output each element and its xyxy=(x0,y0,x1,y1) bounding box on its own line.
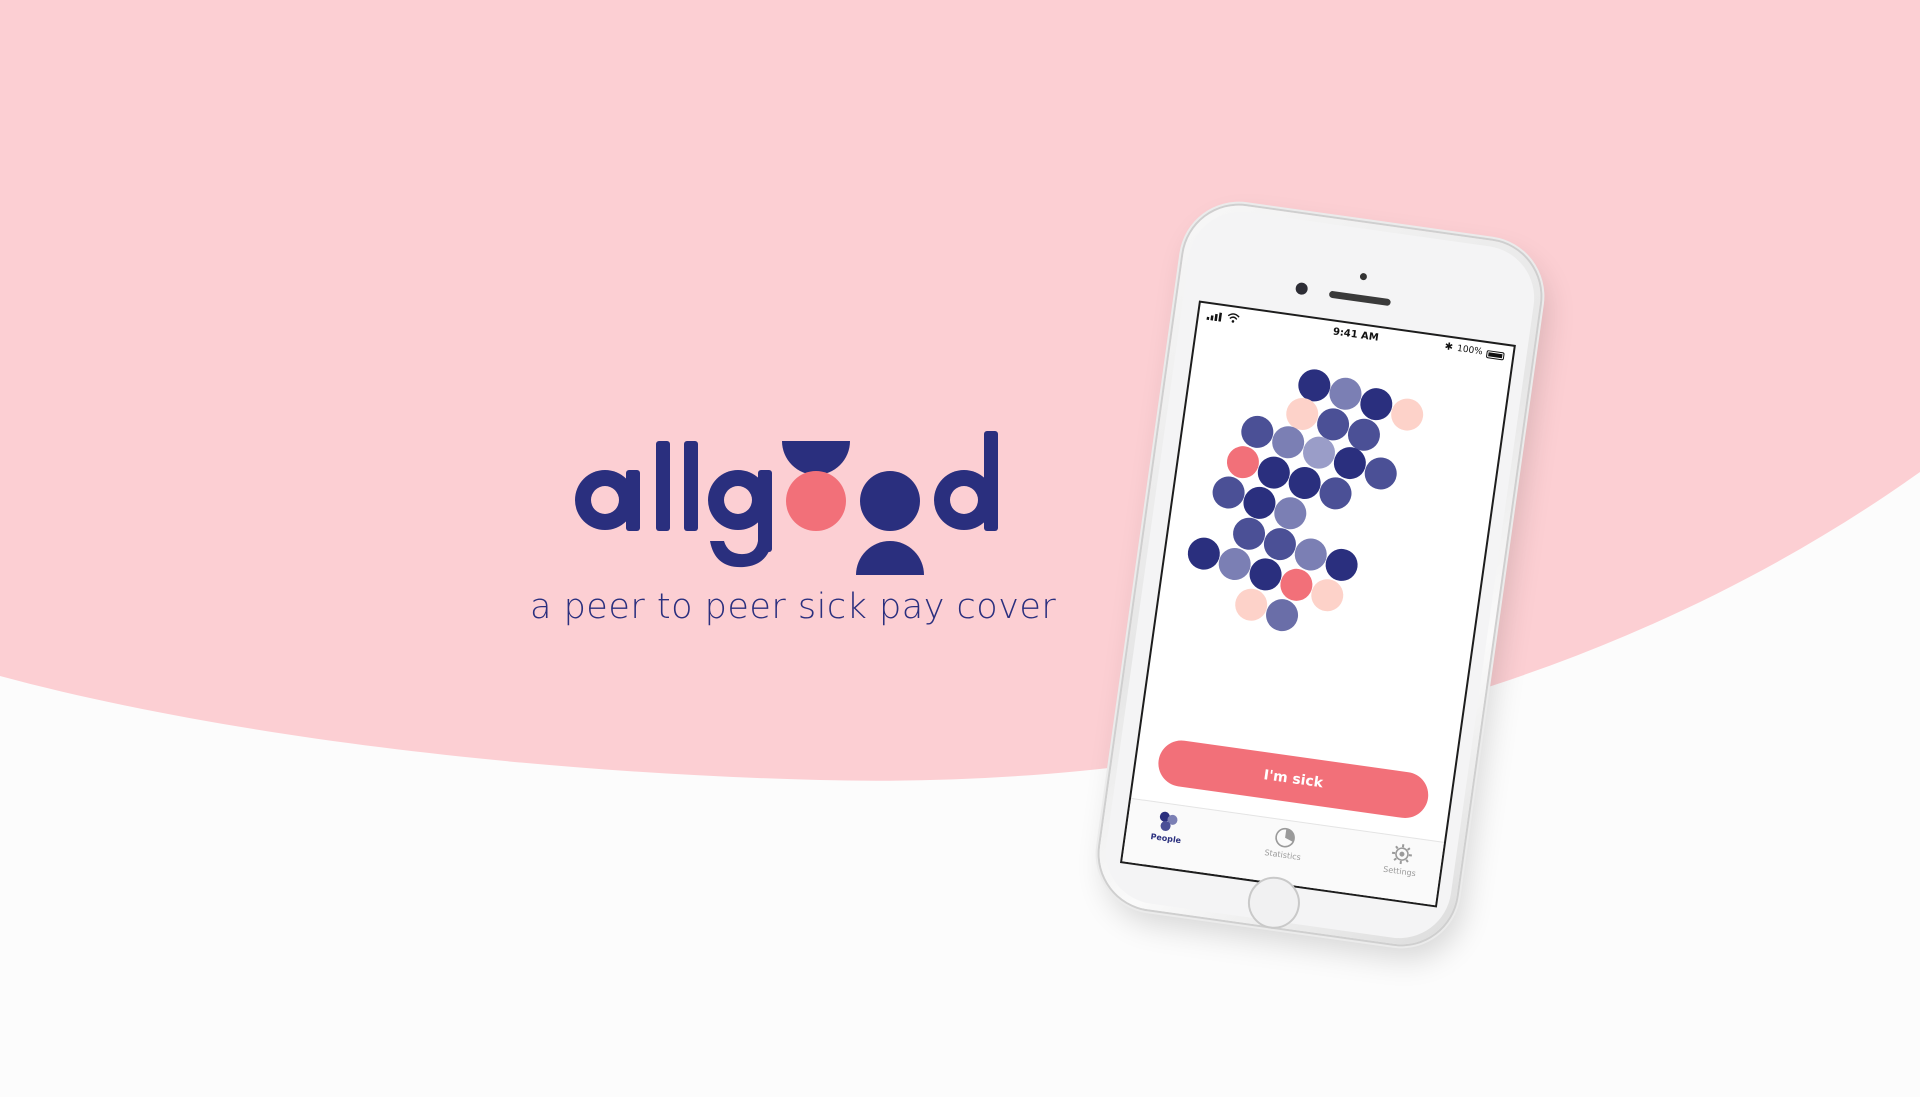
person-dot xyxy=(1266,599,1299,632)
person-dot xyxy=(1329,377,1362,410)
person-dot xyxy=(1311,579,1344,612)
gear-icon xyxy=(1391,844,1412,865)
person-dot xyxy=(1364,457,1397,490)
people-icon xyxy=(1159,811,1178,831)
person-dot xyxy=(1235,588,1268,621)
pie-chart-icon xyxy=(1275,827,1295,848)
people-dots-grid xyxy=(1187,369,1424,632)
allgood-logo xyxy=(575,431,998,575)
tagline: a peer to peer sick pay cover xyxy=(530,587,1057,627)
tab-statistics[interactable]: Statistics xyxy=(1240,821,1326,884)
person-dot xyxy=(1280,568,1313,601)
person-dot xyxy=(1391,398,1424,431)
person-dot xyxy=(1243,486,1276,519)
bluetooth-icon: ✱ xyxy=(1443,341,1454,354)
person-dot xyxy=(1257,456,1290,489)
person-dot xyxy=(1325,548,1358,581)
person-dot xyxy=(1360,388,1393,421)
person-dot xyxy=(1226,446,1259,479)
person-dot xyxy=(1263,528,1296,561)
person-dot xyxy=(1319,477,1352,510)
person-dot xyxy=(1233,517,1266,550)
person-dot xyxy=(1288,466,1321,499)
person-dot xyxy=(1274,497,1307,530)
person-dot xyxy=(1241,415,1274,448)
tab-people[interactable]: People xyxy=(1123,805,1209,868)
person-dot xyxy=(1187,537,1220,570)
brand-block: a peer to peer sick pay cover xyxy=(530,415,1057,715)
tab-settings[interactable]: Settings xyxy=(1357,838,1443,901)
person-dot xyxy=(1249,558,1282,591)
person-dot xyxy=(1218,548,1251,581)
person-dot xyxy=(1294,538,1327,571)
person-dot xyxy=(1212,476,1245,509)
